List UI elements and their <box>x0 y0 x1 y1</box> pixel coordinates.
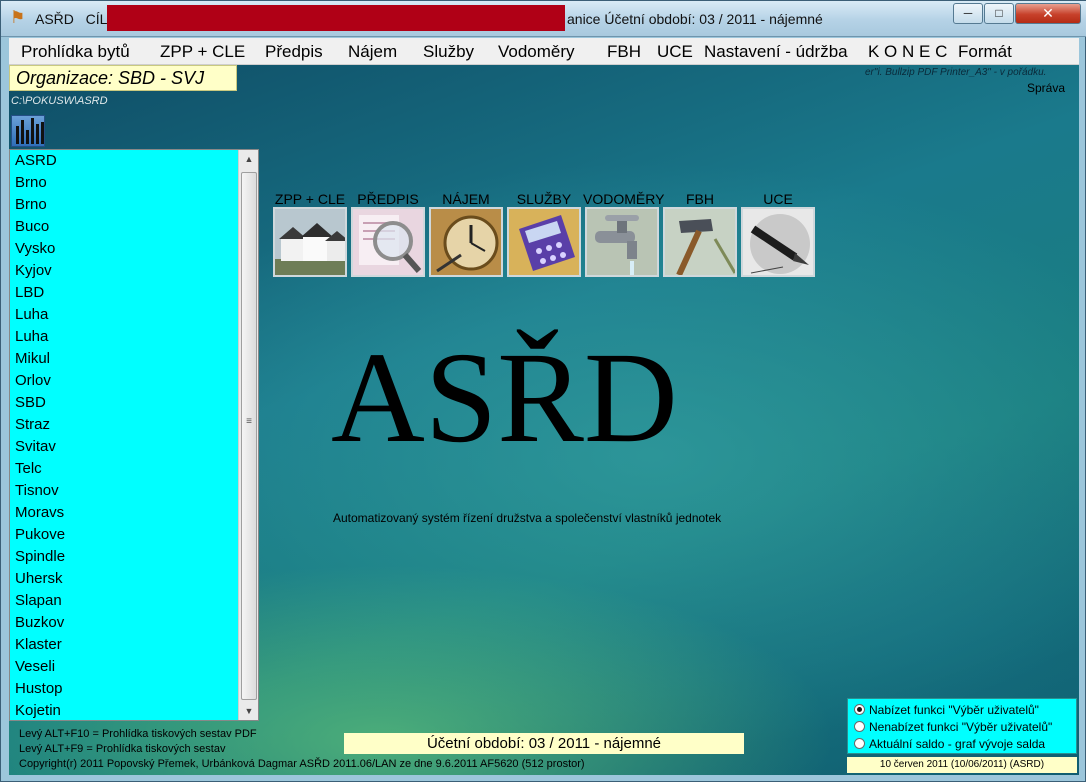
module-label: UCE <box>763 191 793 207</box>
list-item[interactable]: Telc <box>10 458 238 480</box>
list-item[interactable]: Spindle <box>10 546 238 568</box>
list-item[interactable]: Hustop <box>10 678 238 700</box>
minimize-button[interactable]: ─ <box>953 3 983 24</box>
list-item[interactable]: Kyjov <box>10 260 238 282</box>
option-balance-graph[interactable]: Aktuální saldo - graf vývoje salda <box>854 737 1045 751</box>
module-label: SLUŽBY <box>516 191 572 207</box>
redacted-title-block <box>107 5 565 31</box>
list-item[interactable]: Klaster <box>10 634 238 656</box>
radio-icon[interactable] <box>854 738 865 749</box>
organization-label: Organizace: SBD - SVJ <box>16 68 205 88</box>
accounting-period-bar: Účetní období: 03 / 2011 - nájemné <box>344 733 744 754</box>
magnifier-icon[interactable] <box>351 207 425 277</box>
menu-vodomery[interactable]: Vodoměry <box>498 42 575 62</box>
shortcut-pdf-hint: Levý ALT+F10 = Prohlídka tiskových sesta… <box>19 728 257 740</box>
list-item[interactable]: Svitav <box>10 436 238 458</box>
list-item[interactable]: Moravs <box>10 502 238 524</box>
maximize-icon: □ <box>995 6 1003 20</box>
list-item[interactable]: Tisnov <box>10 480 238 502</box>
title-bar: ⚑ ASŘD CÍL, anice Účetní období: 03 / 20… <box>1 1 1086 37</box>
menu-sluzby[interactable]: Služby <box>423 42 474 62</box>
close-icon: ✕ <box>1042 5 1054 21</box>
list-item[interactable]: SBD <box>10 392 238 414</box>
title-period: anice Účetní období: 03 / 2011 - nájemné <box>567 11 823 27</box>
list-item[interactable]: Slapan <box>10 590 238 612</box>
module-label: FBH <box>686 191 714 207</box>
close-button[interactable]: ✕ <box>1015 3 1081 24</box>
module-label: ZPP + CLE <box>274 191 346 207</box>
maximize-button[interactable]: □ <box>984 3 1014 24</box>
menu-format[interactable]: Formát <box>958 42 1012 62</box>
calculator-icon[interactable] <box>507 207 581 277</box>
user-options-panel: Nabízet funkci "Výběr uživatelů" Nenabíz… <box>847 698 1077 754</box>
bar-chart-icon[interactable] <box>11 115 45 147</box>
module-label: NÁJEM <box>442 191 490 207</box>
list-item[interactable]: Pukove <box>10 524 238 546</box>
fox-app-icon: ⚑ <box>10 8 26 27</box>
option-label: Nabízet funkci "Výběr uživatelů" <box>869 703 1039 717</box>
organization-bar: Organizace: SBD - SVJ <box>9 65 237 91</box>
date-bar: 10 červen 2011 (10/06/2011) (ASRD) <box>847 757 1077 773</box>
menu-zpp-cle[interactable]: ZPP + CLE <box>160 42 245 62</box>
list-item[interactable]: Luha <box>10 326 238 348</box>
copyright-text: Copyright(r) 2011 Popovský Přemek, Urbán… <box>19 758 585 770</box>
menu-bar: Prohlídka bytů ZPP + CLE Předpis Nájem S… <box>9 38 1079 65</box>
menu-uce[interactable]: UCE <box>657 42 693 62</box>
menu-nastaveni-udrzba[interactable]: Nastavení - údržba <box>704 42 848 62</box>
list-item[interactable]: Brno <box>10 194 238 216</box>
list-item[interactable]: Kojetin <box>10 700 238 720</box>
houses-icon[interactable] <box>273 207 347 277</box>
menu-konec[interactable]: K O N E C <box>868 42 947 62</box>
list-item[interactable]: Vysko <box>10 238 238 260</box>
shortcut-view-hint: Levý ALT+F9 = Prohlídka tiskových sestav <box>19 743 226 755</box>
list-scrollbar[interactable]: ▲ ≡ ▼ <box>238 150 258 720</box>
hammer-icon[interactable] <box>663 207 737 277</box>
option-no-user-select[interactable]: Nenabízet funkci "Výběr uživatelů" <box>854 720 1052 734</box>
main-area: Organizace: SBD - SVJ C:\POKUSW\ASRD er"… <box>9 65 1079 775</box>
list-item[interactable]: Brno <box>10 172 238 194</box>
app-name: ASŘD <box>35 11 74 27</box>
app-window: ⚑ ASŘD CÍL, anice Účetní období: 03 / 20… <box>0 0 1086 782</box>
window-title: ASŘD CÍL, <box>35 11 111 27</box>
module-label: VODOMĚRY <box>583 191 665 207</box>
option-label: Aktuální saldo - graf vývoje salda <box>869 737 1046 751</box>
list-item[interactable]: Buco <box>10 216 238 238</box>
list-item[interactable]: Uhersk <box>10 568 238 590</box>
fountain-pen-icon[interactable] <box>741 207 815 277</box>
brand-subtitle: Automatizovaný systém řízení družstva a … <box>333 511 722 525</box>
sprava-label: Správa <box>1027 81 1066 95</box>
accounting-period: Účetní období: 03 / 2011 - nájemné <box>426 735 662 752</box>
printer-status: er"i. Bullzip PDF Printer_A3" - v pořádk… <box>865 67 1047 78</box>
menu-predpis[interactable]: Předpis <box>265 42 323 62</box>
scroll-up-arrow-icon[interactable]: ▲ <box>239 150 259 168</box>
organization-list[interactable]: ASRD Brno Brno Buco Vysko Kyjov LBD Luha Luha Mik… <box>9 149 259 721</box>
list-item[interactable]: Luha <box>10 304 238 326</box>
option-label: Nenabízet funkci "Výběr uživatelů" <box>869 720 1053 734</box>
scroll-thumb[interactable]: ≡ <box>241 172 257 700</box>
menu-najem[interactable]: Nájem <box>348 42 397 62</box>
radio-icon[interactable] <box>854 721 865 732</box>
grip-icon: ≡ <box>246 416 252 427</box>
list-item[interactable]: Orlov <box>10 370 238 392</box>
list-item[interactable]: Mikul <box>10 348 238 370</box>
list-item[interactable]: Straz <box>10 414 238 436</box>
module-label: PŘEDPIS <box>357 191 419 207</box>
list-item[interactable]: Buzkov <box>10 612 238 634</box>
water-tap-icon[interactable] <box>585 207 659 277</box>
organization-list-items: ASRD Brno Brno Buco Vysko Kyjov LBD Luha Luha Mik… <box>10 150 238 720</box>
list-item[interactable]: ASRD <box>10 150 238 172</box>
clock-icon[interactable] <box>429 207 503 277</box>
menu-prohlidka-bytu[interactable]: Prohlídka bytů <box>21 42 130 62</box>
radio-selected-icon[interactable] <box>854 704 865 715</box>
menu-fbh[interactable]: FBH <box>607 42 641 62</box>
minimize-icon: ─ <box>963 6 973 20</box>
option-offer-user-select[interactable]: Nabízet funkci "Výběr uživatelů" <box>854 703 1039 717</box>
current-date: 10 červen 2011 (10/06/2011) (ASRD) <box>879 759 1045 770</box>
scroll-down-arrow-icon[interactable]: ▼ <box>239 702 259 720</box>
data-path: C:\POKUSW\ASRD <box>11 95 108 107</box>
list-item[interactable]: LBD <box>10 282 238 304</box>
brand-title: ASŘD <box>331 326 678 470</box>
list-item[interactable]: Veseli <box>10 656 238 678</box>
